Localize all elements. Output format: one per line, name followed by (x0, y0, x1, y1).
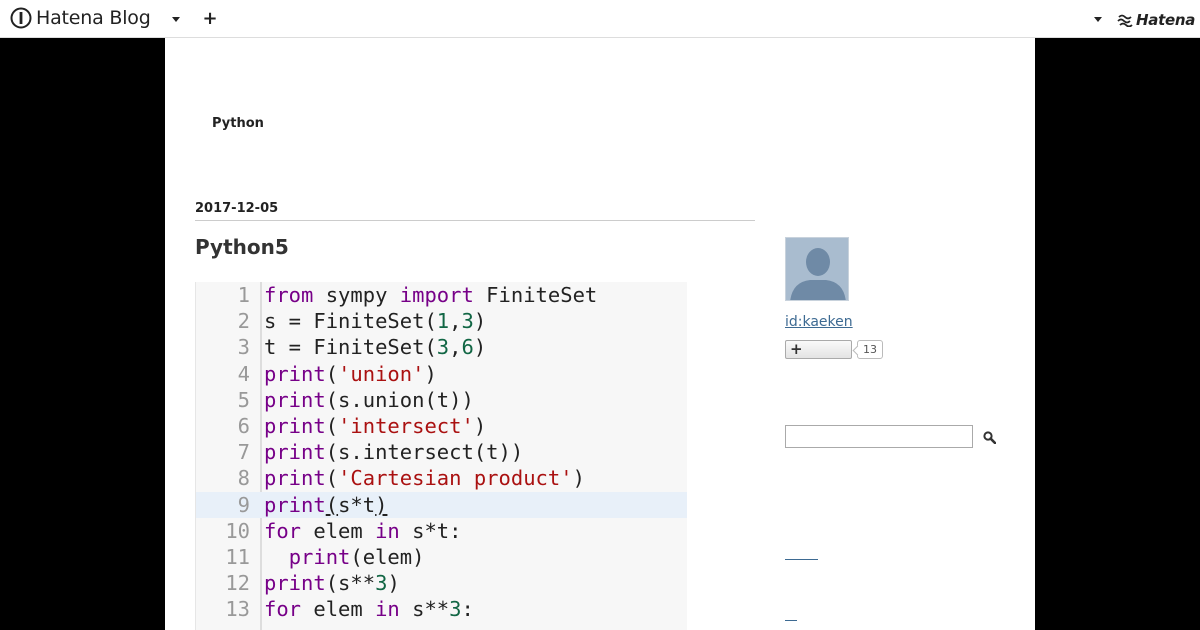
code-text: print('intersect') (264, 414, 487, 439)
caret-down-icon (172, 16, 180, 22)
line-number: 12 (225, 571, 250, 596)
profile-id-link[interactable]: id:kaeken (785, 314, 853, 330)
code-line: 6 print('intersect') (196, 413, 687, 439)
code-line: 13 for elem in s**3: (196, 596, 687, 622)
line-number: 2 (237, 309, 250, 334)
blog-title[interactable]: Python (212, 116, 264, 131)
line-number: 11 (225, 544, 250, 569)
global-header: Hatena Blog + Hatena (0, 0, 1200, 38)
code-line: 10 for elem in s*t: (196, 518, 687, 544)
sidebar-link[interactable] (785, 558, 818, 560)
line-number: 7 (237, 440, 250, 465)
search-button[interactable] (979, 427, 999, 447)
line-number: 9 (237, 492, 250, 517)
line-number: 13 (225, 597, 250, 622)
code-text: from sympy import FiniteSet (264, 283, 598, 308)
hatena-brand-text: Hatena (1136, 11, 1196, 29)
line-number: 1 (237, 283, 250, 308)
code-text: print(s.intersect(t)) (264, 440, 524, 465)
subscriber-count[interactable]: 13 (857, 340, 883, 359)
search-icon (982, 430, 996, 444)
hatena-brand-link[interactable]: Hatena (1117, 10, 1195, 30)
code-text: print(elem) (288, 544, 425, 569)
caret-down-icon (1094, 16, 1102, 22)
profile-avatar[interactable] (785, 237, 849, 301)
plus-icon: + (790, 340, 803, 358)
code-text: print(s**3) (264, 571, 400, 596)
entry-title[interactable]: Python5 (195, 235, 289, 259)
code-text: t = FiniteSet(3,6) (264, 335, 487, 360)
code-line: 4 print('union') (196, 361, 687, 387)
code-block[interactable]: 1 from sympy import FiniteSet 2 s = Fini… (195, 282, 687, 630)
search-input[interactable] (785, 425, 973, 448)
new-post-button[interactable]: + (200, 8, 220, 29)
line-number: 10 (225, 518, 250, 543)
code-line: 11 print(elem) (196, 544, 687, 570)
code-text: s = FiniteSet(1,3) (264, 309, 487, 334)
account-menu-dropdown[interactable] (1090, 13, 1106, 25)
blog-container: Python 2017-12-05 Python5 1 from sympy i… (165, 38, 1035, 630)
code-text: print(s*t) (264, 492, 388, 517)
user-silhouette-icon (786, 238, 848, 300)
code-line-active: 9 print(s*t) (196, 491, 687, 518)
code-text: print(s.union(t)) (264, 387, 474, 412)
code-line: 12 print(s**3) (196, 570, 687, 596)
code-line: 3 t = FiniteSet(3,6) (196, 334, 687, 360)
subscribe-button[interactable]: + (785, 340, 852, 359)
code-line: 8 print('Cartesian product') (196, 465, 687, 491)
hatena-blog-logo[interactable]: Hatena Blog (10, 7, 151, 29)
code-text: for elem in s**3: (264, 597, 474, 622)
code-text: for elem in s*t: (264, 518, 462, 543)
code-line: 5 print(s.union(t)) (196, 387, 687, 413)
hatena-wave-icon (1117, 14, 1133, 27)
code-text: print('Cartesian product') (264, 466, 585, 491)
blog-menu-dropdown[interactable] (168, 13, 184, 25)
logo-text: Hatena Blog (36, 7, 151, 29)
line-number: 5 (237, 387, 250, 412)
sidebar-link[interactable] (785, 619, 797, 621)
code-line: 7 print(s.intersect(t)) (196, 439, 687, 465)
code-line: 2 s = FiniteSet(1,3) (196, 308, 687, 334)
line-number: 4 (237, 361, 250, 386)
hatena-blog-logo-icon (10, 7, 32, 29)
line-number: 6 (237, 414, 250, 439)
line-number: 8 (237, 466, 250, 491)
entry-date[interactable]: 2017-12-05 (195, 201, 755, 221)
code-text: print('union') (264, 361, 437, 386)
code-line: 1 from sympy import FiniteSet (196, 282, 687, 308)
line-number: 3 (237, 335, 250, 360)
